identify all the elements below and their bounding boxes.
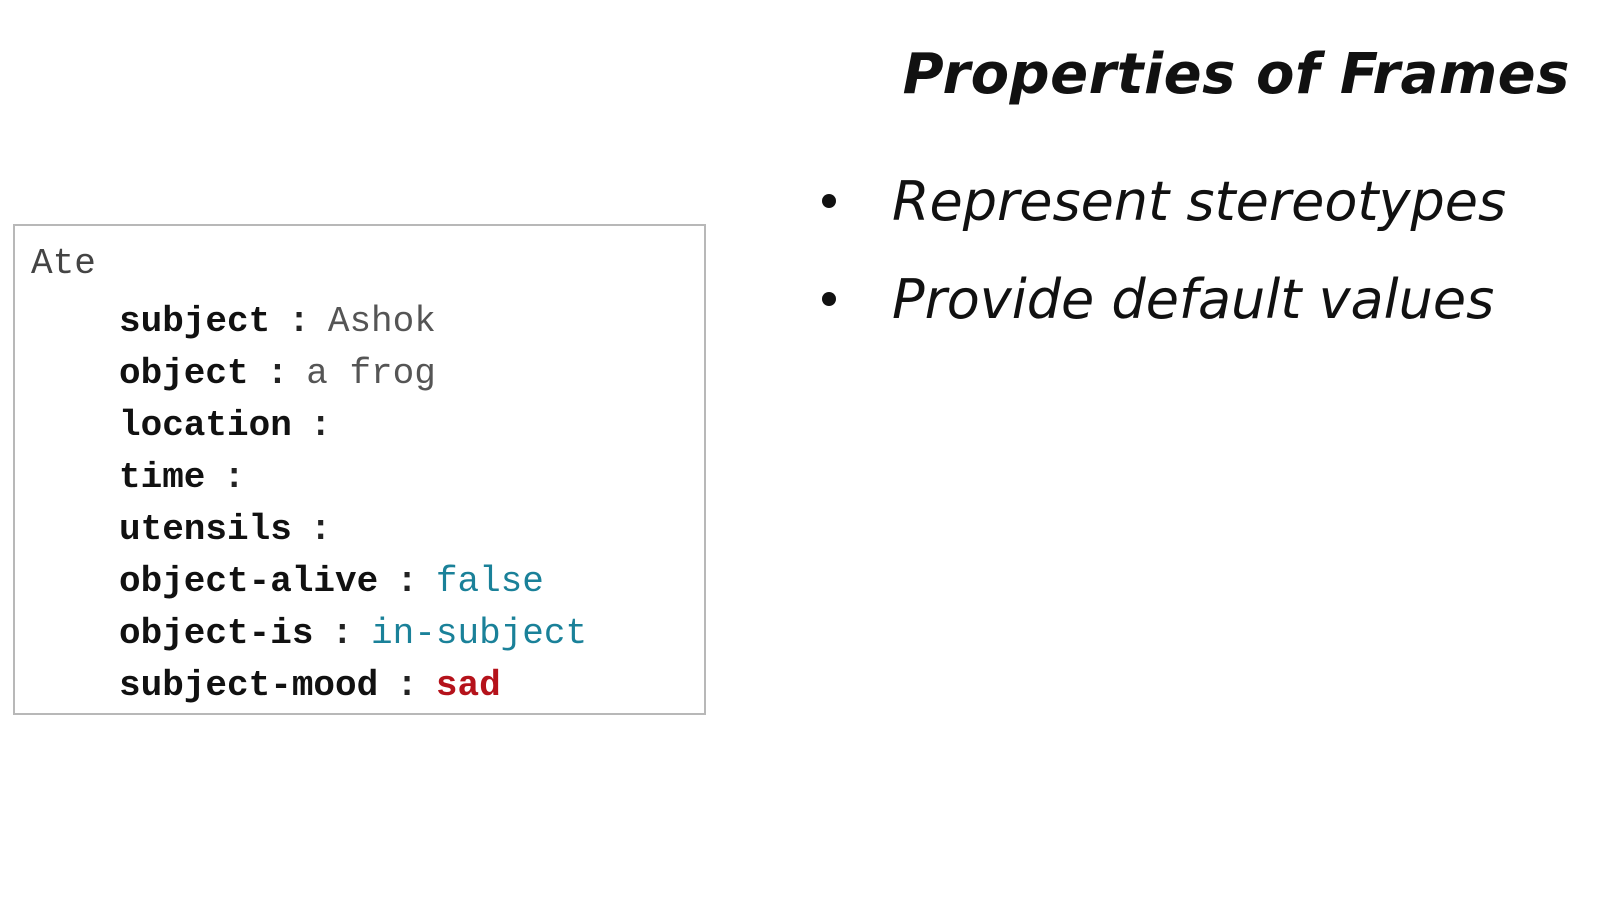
slot-separator: : — [309, 405, 332, 446]
bullet-dot-icon — [822, 194, 836, 208]
slot-value: sad — [435, 665, 501, 706]
slot-separator: : — [396, 665, 418, 706]
frame-slot: subject-mood : sad — [119, 660, 587, 712]
bullet-text: Provide default values — [892, 267, 1495, 331]
frame-slot: utensils : — [119, 504, 587, 556]
slot-separator: : — [223, 457, 246, 498]
slide-title: Properties of Frames — [902, 42, 1570, 107]
slot-key: object-alive — [119, 561, 379, 602]
frame-name: Ate — [31, 243, 96, 284]
bullet-dot-icon — [822, 292, 836, 306]
frame-slot-list: subject : Ashok object : a frog location… — [119, 296, 587, 712]
slot-value: in-subject — [371, 613, 588, 654]
frame-slot: time : — [119, 452, 587, 504]
slot-value: Ashok — [327, 301, 436, 342]
bullet-list: Represent stereotypes Provide default va… — [822, 152, 1506, 348]
frame-slot: object-alive : false — [119, 556, 587, 608]
slot-key: subject — [119, 301, 271, 342]
frame-box: Ate subject : Ashok object : a frog loca… — [13, 224, 706, 715]
slot-value: a frog — [306, 353, 436, 394]
slot-separator: : — [309, 509, 332, 550]
slot-separator: : — [396, 561, 418, 602]
bullet-item: Represent stereotypes — [822, 152, 1506, 250]
bullet-text: Represent stereotypes — [892, 169, 1507, 233]
frame-slot: object : a frog — [119, 348, 587, 400]
frame-slot: subject : Ashok — [119, 296, 587, 348]
slot-key: object — [119, 353, 249, 394]
slot-key: time — [119, 457, 206, 498]
slot-key: utensils — [119, 509, 292, 550]
bullet-item: Provide default values — [822, 250, 1506, 348]
slot-separator: : — [266, 353, 289, 394]
slot-key: location — [119, 405, 292, 446]
slot-key: object-is — [119, 613, 314, 654]
slot-value: false — [435, 561, 544, 602]
frame-slot: object-is : in-subject — [119, 608, 587, 660]
frame-slot: location : — [119, 400, 587, 452]
slot-key: subject-mood — [119, 665, 379, 706]
slot-separator: : — [288, 301, 310, 342]
slot-separator: : — [331, 613, 354, 654]
